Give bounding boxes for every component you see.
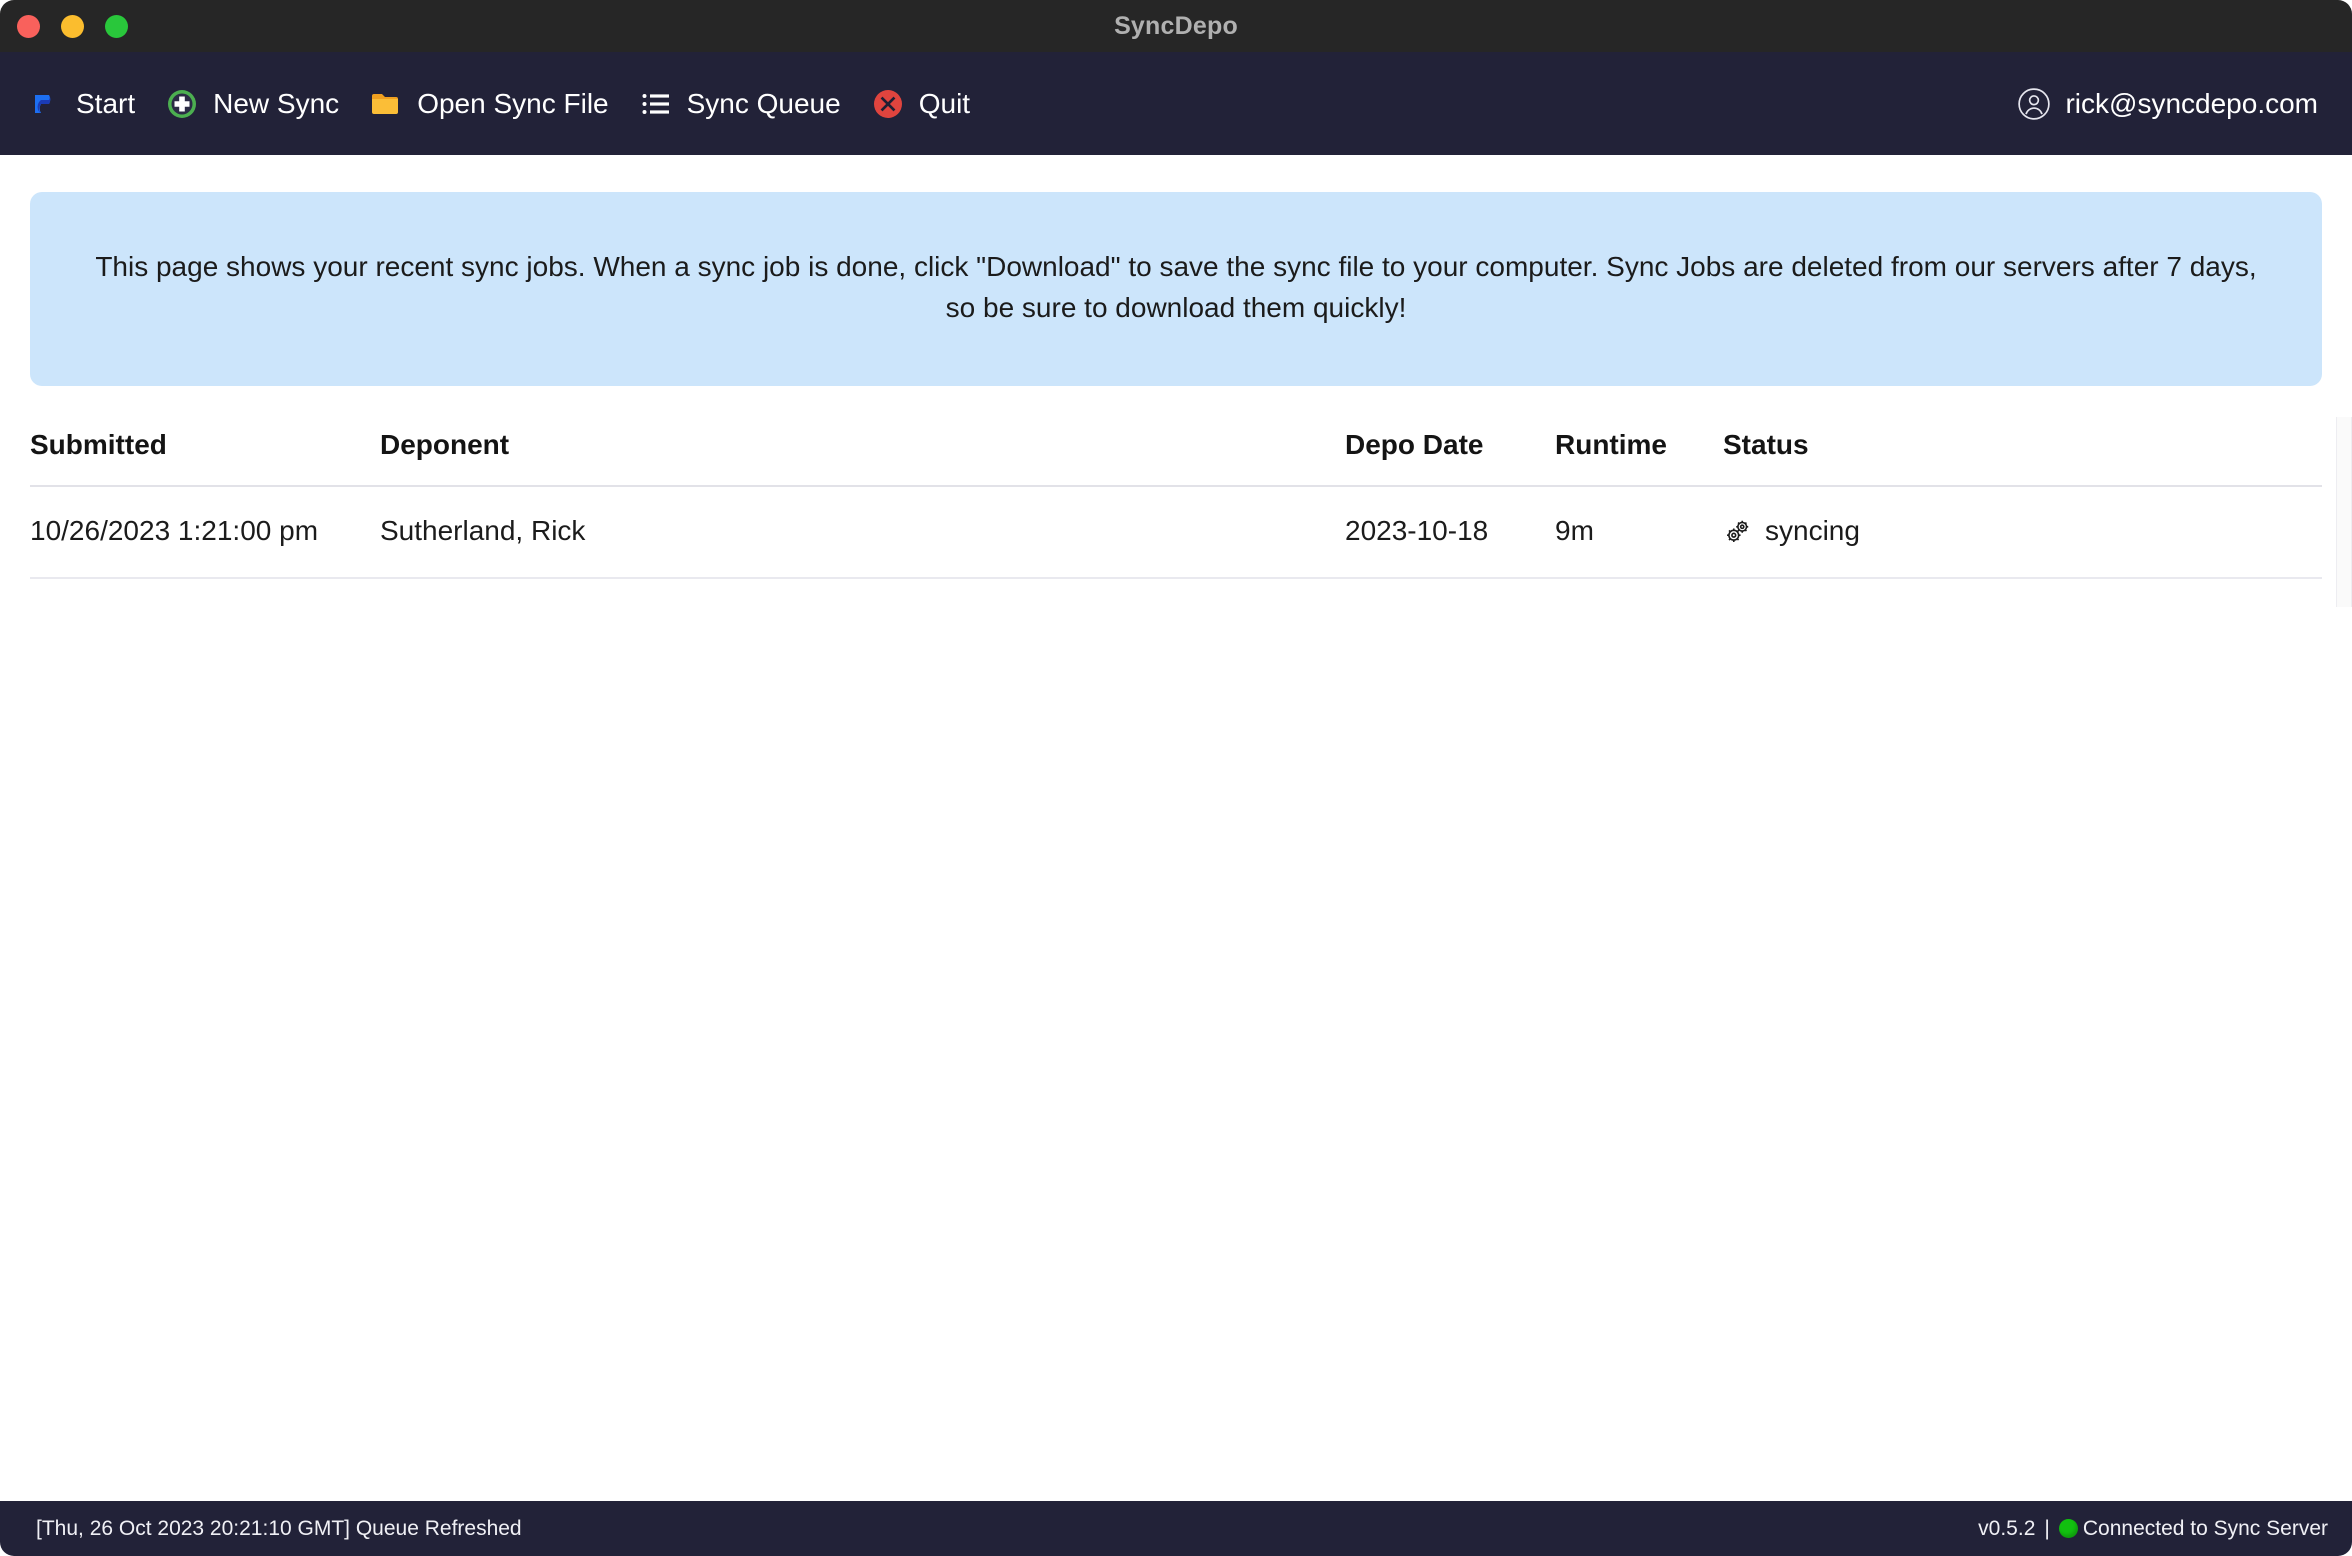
column-header-deponent[interactable]: Deponent: [380, 429, 1345, 487]
list-icon: [639, 87, 673, 121]
toolbar-item-label: Quit: [918, 87, 971, 119]
connection-status-text: Connected to Sync Server: [2082, 1516, 2328, 1540]
app-version: v0.5.2: [1978, 1516, 2036, 1540]
toolbar-item-open-sync-file[interactable]: Open Sync File: [361, 79, 630, 129]
app-window: SyncDepo Start New Sync Open Sync File S…: [0, 0, 2352, 1556]
cell-status: syncing: [1723, 486, 2143, 579]
main-toolbar: Start New Sync Open Sync File Sync Queue…: [0, 52, 2352, 155]
info-banner: This page shows your recent sync jobs. W…: [30, 192, 2322, 386]
status-connection-group: v0.5.2 | Connected to Sync Server: [1978, 1517, 2328, 1541]
status-separator: |: [2044, 1516, 2050, 1540]
minimize-window-button[interactable]: [61, 14, 84, 38]
connection-status-dot-icon: [2058, 1519, 2078, 1538]
status-badge: syncing: [1723, 515, 2143, 547]
toolbar-item-label: New Sync: [213, 87, 340, 119]
close-circle-icon: [871, 87, 905, 121]
window-title: SyncDepo: [1114, 12, 1238, 40]
toolbar-item-sync-queue[interactable]: Sync Queue: [631, 79, 863, 129]
toolbar-items: Start New Sync Open Sync File Sync Queue…: [20, 79, 992, 129]
folder-icon: [369, 87, 403, 121]
table-header: Submitted Deponent Depo Date Runtime Sta…: [30, 429, 2322, 487]
column-header-submitted[interactable]: Submitted: [30, 429, 380, 487]
table-header-row: Submitted Deponent Depo Date Runtime Sta…: [30, 429, 2322, 487]
status-text: syncing: [1765, 515, 1860, 546]
toolbar-item-quit[interactable]: Quit: [863, 79, 992, 129]
cell-runtime: 9m: [1555, 486, 1723, 579]
maximize-window-button[interactable]: [105, 14, 128, 38]
toolbar-item-label: Sync Queue: [686, 87, 841, 119]
main-content: This page shows your recent sync jobs. W…: [0, 155, 2352, 1501]
sync-jobs-table-wrapper: Submitted Deponent Depo Date Runtime Sta…: [30, 417, 2352, 607]
account-circle-icon: [2017, 87, 2051, 121]
gears-icon: [1723, 516, 1753, 546]
info-banner-text: This page shows your recent sync jobs. W…: [95, 250, 2257, 323]
account-email: rick@syncdepo.com: [2065, 87, 2318, 119]
toolbar-item-label: Start: [76, 87, 136, 119]
column-header-depo-date[interactable]: Depo Date: [1345, 429, 1555, 487]
sync-jobs-table: Submitted Deponent Depo Date Runtime Sta…: [30, 429, 2322, 579]
table-scrollbar[interactable]: [2336, 417, 2352, 607]
title-bar: SyncDepo: [0, 0, 2352, 52]
plus-circle-icon: [165, 87, 199, 121]
column-header-status[interactable]: Status: [1723, 429, 2143, 487]
syncdepo-logo-icon: [28, 87, 62, 121]
close-window-button[interactable]: [17, 14, 40, 38]
cell-submitted: 10/26/2023 1:21:00 pm: [30, 486, 380, 579]
toolbar-item-new-sync[interactable]: New Sync: [157, 79, 361, 129]
table-row[interactable]: 10/26/2023 1:21:00 pm Sutherland, Rick 2…: [30, 486, 2322, 579]
toolbar-item-start[interactable]: Start: [20, 79, 157, 129]
cell-action[interactable]: [2143, 486, 2322, 579]
status-log-message: [Thu, 26 Oct 2023 20:21:10 GMT] Queue Re…: [36, 1516, 522, 1540]
window-controls: [0, 14, 128, 38]
column-header-runtime[interactable]: Runtime: [1555, 429, 1723, 487]
status-bar: [Thu, 26 Oct 2023 20:21:10 GMT] Queue Re…: [0, 1501, 2352, 1556]
column-header-action: [2143, 429, 2322, 487]
cell-deponent: Sutherland, Rick: [380, 486, 1345, 579]
table-body: 10/26/2023 1:21:00 pm Sutherland, Rick 2…: [30, 486, 2322, 579]
toolbar-item-label: Open Sync File: [417, 87, 609, 119]
account-menu[interactable]: rick@syncdepo.com: [2017, 87, 2328, 121]
cell-depo-date: 2023-10-18: [1345, 486, 1555, 579]
